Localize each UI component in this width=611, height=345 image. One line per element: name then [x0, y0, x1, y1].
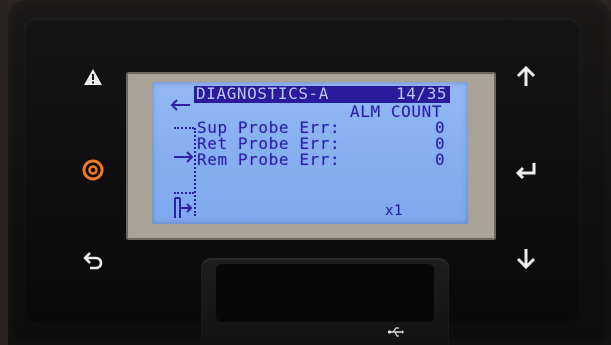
multiplier-indicator: x1: [385, 203, 404, 219]
down-button[interactable]: [509, 241, 543, 275]
down-arrow-icon: [516, 249, 536, 269]
row-label-rem-probe: Rem Probe Err:: [197, 150, 341, 169]
column-header: ALM COUNT: [350, 102, 443, 121]
scroll-track: [194, 128, 196, 216]
page-indicator: 14/35: [396, 84, 448, 103]
controller-photo: DIAGNOSTICS-A 14/35 ALM COUNT Sup Probe …: [0, 0, 611, 345]
usb-icon: [387, 327, 404, 337]
lcd-screen: DIAGNOSTICS-A 14/35 ALM COUNT Sup Probe …: [152, 82, 468, 224]
enter-arrow-icon: [515, 163, 536, 180]
screen-title: DIAGNOSTICS-A: [196, 84, 330, 103]
left-arrow-icon: [170, 99, 190, 111]
title-bar: DIAGNOSTICS-A 14/35: [194, 86, 450, 103]
up-arrow-icon: [516, 66, 536, 86]
up-button[interactable]: [509, 60, 543, 94]
alarm-button[interactable]: [76, 60, 110, 94]
warning-triangle-icon: [84, 69, 102, 85]
return-arrow-icon: [83, 252, 103, 270]
circle-target-icon: [82, 159, 104, 181]
right-arrow-icon: [174, 151, 194, 163]
back-button[interactable]: [77, 244, 111, 278]
usb-cover: [201, 258, 449, 345]
home-button[interactable]: [76, 153, 110, 187]
enter-button[interactable]: [509, 154, 543, 188]
menu-divider: [174, 127, 194, 129]
row-value-rem-probe: 0: [435, 150, 446, 169]
footer-divider: [174, 192, 194, 194]
usb-port[interactable]: [216, 264, 434, 322]
exit-door-icon: [174, 197, 193, 218]
